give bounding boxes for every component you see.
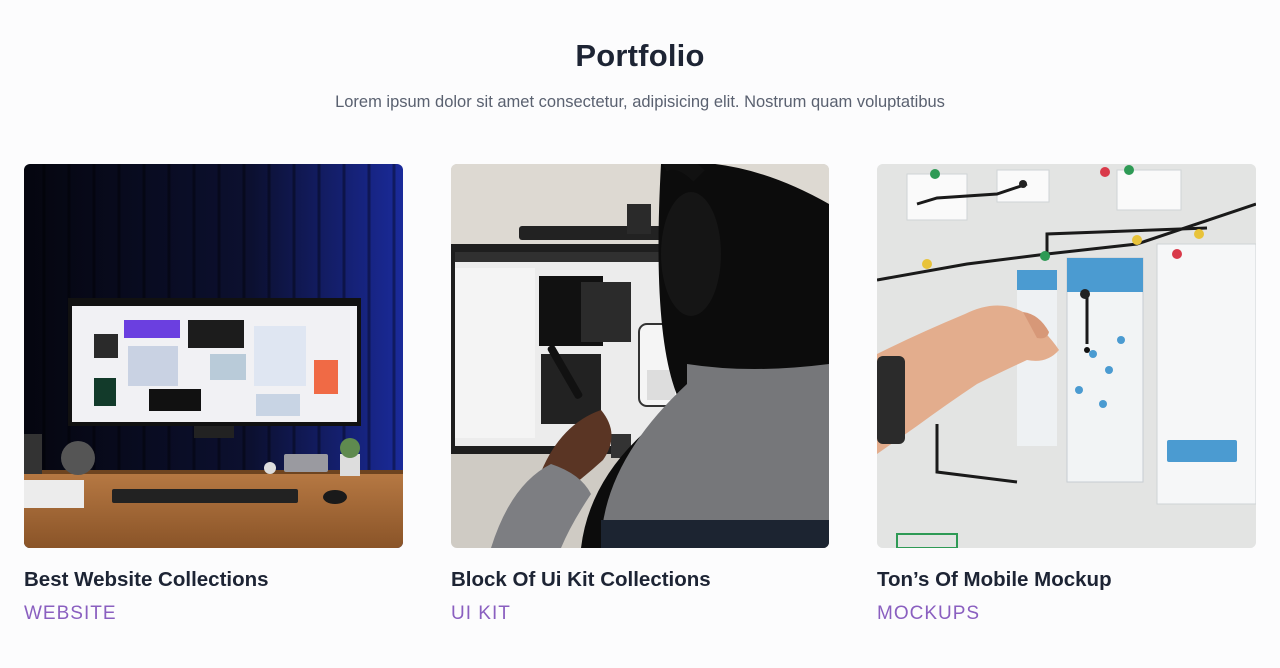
portfolio-card-ui-kit[interactable]: Block Of Ui Kit Collections UI KIT	[451, 164, 829, 634]
portfolio-grid: Best Website Collections WEBSITE Block O…	[24, 164, 1256, 634]
card-title[interactable]: Ton’s Of Mobile Mockup	[877, 566, 1256, 594]
portfolio-card-website[interactable]: Best Website Collections WEBSITE	[24, 164, 403, 634]
card-category[interactable]: UI KIT	[451, 601, 829, 627]
portfolio-image-whiteboard-flow[interactable]	[877, 164, 1256, 548]
desk-monitor-illustration	[24, 164, 403, 548]
designer-headphones-illustration	[451, 164, 829, 548]
section-title: Portfolio	[575, 38, 705, 73]
portfolio-card-mockups[interactable]: Ton’s Of Mobile Mockup MOCKUPS	[877, 164, 1256, 634]
portfolio-section: Portfolio Lorem ipsum dolor sit amet con…	[0, 0, 1280, 668]
card-category[interactable]: MOCKUPS	[877, 601, 1256, 627]
card-title[interactable]: Best Website Collections	[24, 566, 403, 594]
whiteboard-flow-illustration	[877, 164, 1256, 548]
card-title[interactable]: Block Of Ui Kit Collections	[451, 566, 829, 594]
portfolio-image-desk-monitor[interactable]	[24, 164, 403, 548]
section-subtitle: Lorem ipsum dolor sit amet consectetur, …	[335, 93, 945, 111]
card-category[interactable]: WEBSITE	[24, 601, 403, 627]
portfolio-image-designer-headphones[interactable]	[451, 164, 829, 548]
